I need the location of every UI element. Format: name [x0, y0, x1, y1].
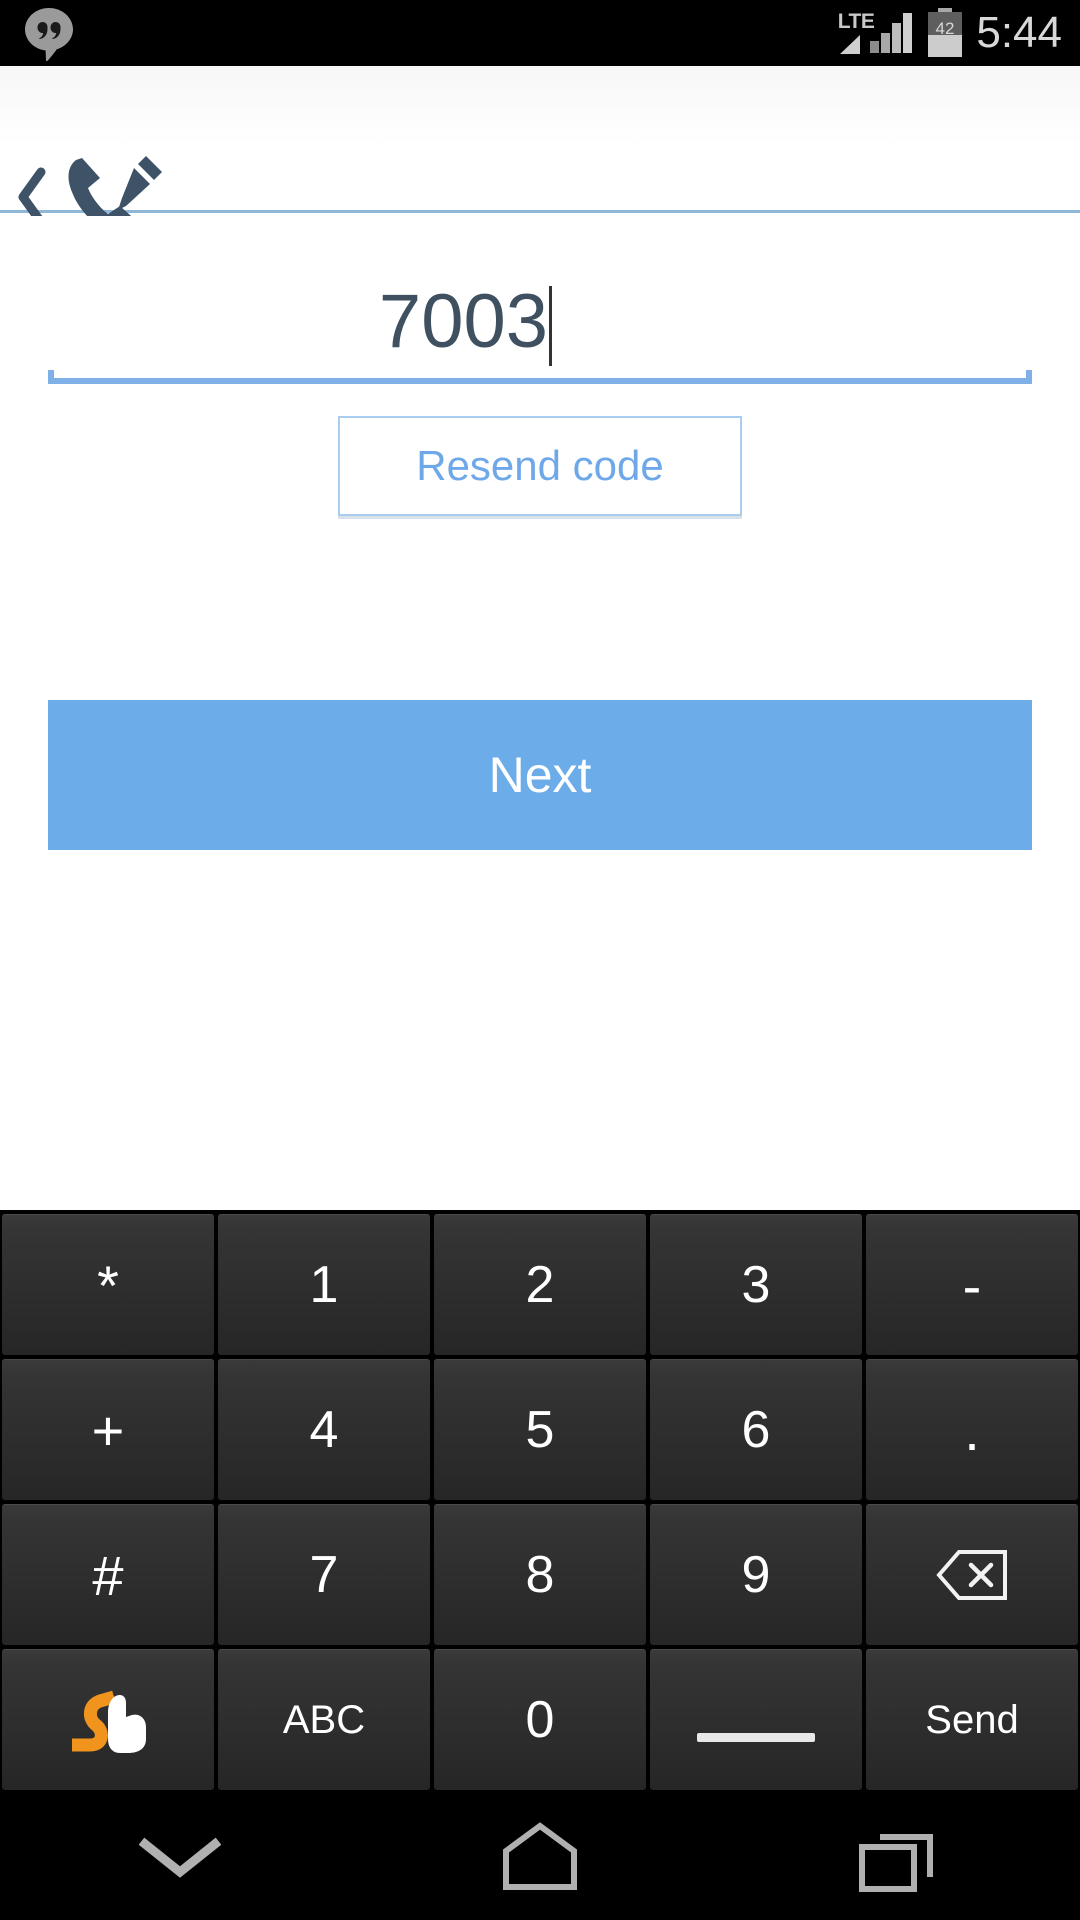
battery-level-text: 42 — [936, 19, 955, 38]
key-8[interactable]: 8 — [434, 1504, 646, 1645]
phone-screen: LTE 42 5:44 7003 Resend code Next * 1 2 … — [0, 0, 1080, 1920]
hide-keyboard-chevron-icon — [139, 1837, 221, 1878]
status-clock: 5:44 — [976, 8, 1062, 57]
navigation-bar — [0, 1794, 1080, 1920]
keyboard-row: * 1 2 3 - — [0, 1212, 1080, 1357]
key-2[interactable]: 2 — [434, 1214, 646, 1355]
home-icon — [503, 1822, 577, 1890]
status-bar: LTE 42 5:44 — [0, 0, 1080, 66]
home-button[interactable] — [440, 1794, 640, 1920]
main-content: 7003 Resend code Next — [0, 216, 1080, 1210]
key-hyphen[interactable]: - — [866, 1214, 1078, 1355]
key-9[interactable]: 9 — [650, 1504, 862, 1645]
action-bar — [0, 66, 1080, 236]
code-input-value[interactable]: 7003 — [379, 282, 548, 362]
verification-code-field[interactable]: 7003 — [48, 254, 1032, 384]
next-button-label: Next — [488, 747, 592, 803]
hangouts-icon — [22, 6, 76, 67]
key-3[interactable]: 3 — [650, 1214, 862, 1355]
key-5[interactable]: 5 — [434, 1359, 646, 1500]
network-indicator: LTE — [838, 11, 915, 55]
key-4[interactable]: 4 — [218, 1359, 430, 1500]
recents-icon — [859, 1834, 933, 1892]
key-backspace[interactable] — [866, 1504, 1078, 1645]
keyboard-row: ABC 0 Send — [0, 1647, 1080, 1792]
key-7[interactable]: 7 — [218, 1504, 430, 1645]
key-0[interactable]: 0 — [434, 1649, 646, 1790]
keyboard-row: + 4 5 6 . — [0, 1357, 1080, 1502]
numeric-keyboard: * 1 2 3 - + 4 5 6 . # 7 8 9 ABC 0 Send — [0, 1210, 1080, 1794]
key-abc[interactable]: ABC — [218, 1649, 430, 1790]
key-plus[interactable]: + — [2, 1359, 214, 1500]
battery-icon: 42 — [928, 8, 963, 57]
space-bar-icon — [697, 1732, 815, 1742]
resend-code-button[interactable]: Resend code — [338, 416, 742, 516]
backspace-icon — [936, 1550, 1007, 1600]
key-1[interactable]: 1 — [218, 1214, 430, 1355]
key-asterisk[interactable]: * — [2, 1214, 214, 1355]
status-icons: LTE 42 5:44 — [838, 0, 1062, 66]
key-send[interactable]: Send — [866, 1649, 1078, 1790]
recents-button[interactable] — [800, 1794, 1000, 1920]
signal-bars-icon — [870, 13, 913, 53]
keyboard-row: # 7 8 9 — [0, 1502, 1080, 1647]
key-swype[interactable] — [2, 1649, 214, 1790]
swype-gesture-icon — [72, 1690, 146, 1753]
key-space[interactable] — [650, 1649, 862, 1790]
text-caret — [549, 286, 552, 366]
next-button[interactable]: Next — [48, 700, 1032, 850]
input-underline — [48, 370, 1032, 384]
key-6[interactable]: 6 — [650, 1359, 862, 1500]
resend-code-label: Resend code — [416, 442, 664, 489]
key-period[interactable]: . — [866, 1359, 1078, 1500]
key-hash[interactable]: # — [2, 1504, 214, 1645]
hide-keyboard-button[interactable] — [80, 1794, 280, 1920]
